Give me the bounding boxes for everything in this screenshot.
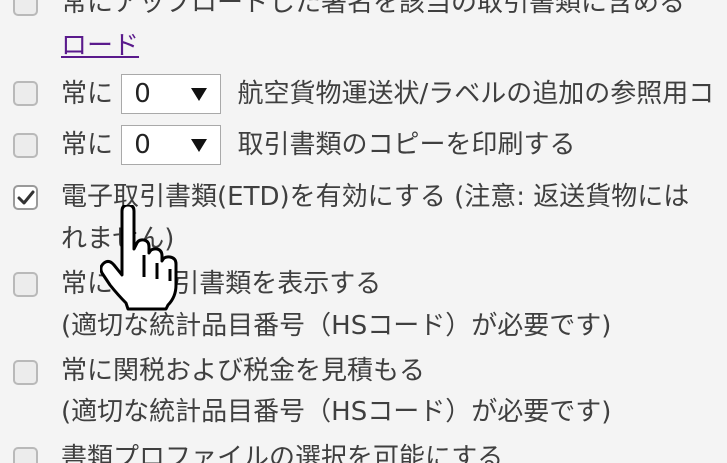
print-copies-suffix: 取引書類のコピーを印刷する — [237, 130, 576, 160]
airwaybill-copies-checkbox[interactable] — [13, 81, 38, 106]
enable-etd-label: 電子取引書類(ETD)を有効にする (注意: 返送貨物には — [61, 182, 690, 212]
airwaybill-copies-select[interactable]: 0 — [121, 74, 222, 114]
enable-etd-checkbox[interactable] — [13, 185, 38, 210]
print-copies-select[interactable]: 0 — [121, 125, 222, 165]
airwaybill-copies-row: 常に 0 航空貨物運送状/ラベルの追加の参照用コ — [61, 74, 715, 114]
estimate-duties-checkbox[interactable] — [13, 360, 38, 385]
document-profile-checkbox[interactable] — [13, 447, 38, 463]
estimate-duties-label: 常に関税および税金を見積もる — [61, 356, 426, 386]
airwaybill-copies-value: 0 — [134, 79, 151, 109]
print-copies-value: 0 — [134, 130, 151, 160]
print-copies-prefix: 常に — [61, 130, 114, 160]
shipping-preferences-panel: 常にアップロードした署名を該当の取引書類に含める ロード 常に 0 航空貨物運送… — [0, 0, 727, 463]
airwaybill-prefix: 常に — [61, 79, 114, 109]
include-signature-checkbox[interactable] — [13, 0, 38, 16]
show-documents-note: (適切な統計品目番号（HSコード）が必要です) — [61, 311, 612, 341]
checkmark-icon — [17, 190, 35, 205]
show-documents-label: 常に の取引書類を表示する — [61, 269, 382, 299]
dropdown-arrow-icon — [191, 139, 208, 152]
print-copies-row: 常に 0 取引書類のコピーを印刷する — [61, 125, 576, 165]
show-documents-checkbox[interactable] — [13, 272, 38, 297]
document-profile-label: 書類プロファイルの選択を可能にする — [61, 443, 504, 463]
airwaybill-suffix: 航空貨物運送状/ラベルの追加の参照用コ — [237, 79, 715, 109]
enable-etd-note: れません) — [61, 224, 175, 254]
estimate-duties-note: (適切な統計品目番号（HSコード）が必要です) — [61, 397, 612, 427]
include-signature-label: 常にアップロードした署名を該当の取引書類に含める — [61, 0, 686, 18]
print-copies-checkbox[interactable] — [13, 133, 38, 158]
dropdown-arrow-icon — [191, 88, 208, 101]
upload-link[interactable]: ロード — [61, 29, 139, 63]
